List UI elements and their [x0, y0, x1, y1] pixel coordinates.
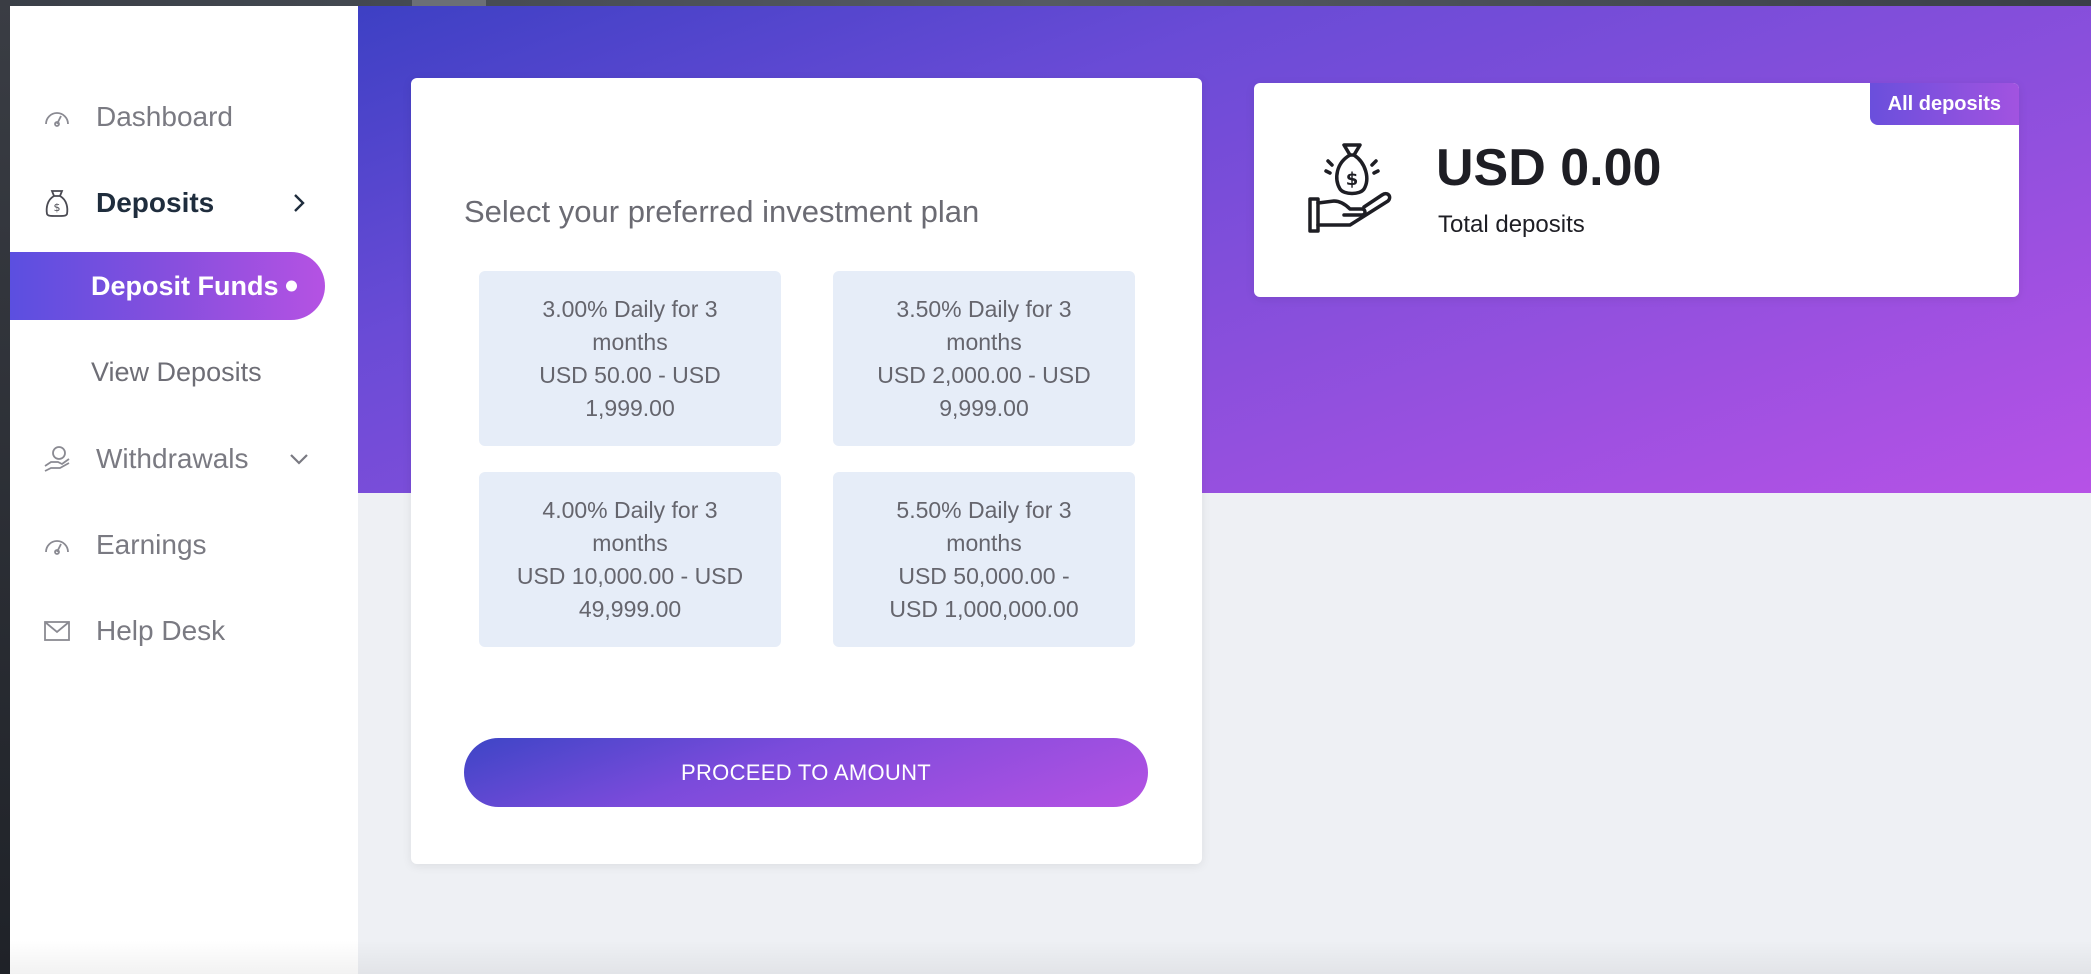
plan-range: USD 2,000.00 - USD	[877, 361, 1091, 388]
plan-rate: 4.00% Daily for 3	[542, 496, 718, 523]
total-deposits-amount: USD 0.00	[1436, 139, 1662, 197]
sidebar-item-deposits[interactable]: $ Deposits	[10, 169, 350, 237]
sidebar-item-earnings[interactable]: Earnings	[10, 511, 350, 579]
sidebar: Dashboard $ Deposits Deposit Funds View …	[10, 6, 358, 974]
plan-duration: months	[592, 328, 668, 355]
total-deposits-label: Total deposits	[1438, 211, 1585, 238]
plan-range-end: USD 1,000,000.00	[889, 595, 1079, 622]
plan-option[interactable]: 4.00% Daily for 3 months USD 10,000.00 -…	[479, 472, 781, 647]
sidebar-item-label: Help Desk	[96, 615, 226, 646]
plan-range-end: 9,999.00	[939, 394, 1029, 421]
plan-rate: 3.50% Daily for 3	[896, 295, 1072, 322]
money-bag-icon: $	[42, 188, 72, 218]
card-title: Select your preferred investment plan	[464, 194, 980, 229]
plan-range-end: 1,999.00	[585, 394, 675, 421]
sidebar-item-label: Dashboard	[96, 101, 233, 132]
hand-coins-icon	[42, 444, 72, 474]
plan-option[interactable]: 3.00% Daily for 3 months USD 50.00 - USD…	[479, 271, 781, 446]
gauge-icon	[42, 530, 72, 560]
sidebar-item-label: Withdrawals	[96, 443, 249, 474]
plan-range: USD 10,000.00 - USD	[516, 562, 744, 589]
plan-range: USD 50.00 - USD	[539, 361, 721, 388]
plan-range-end: 49,999.00	[578, 595, 682, 622]
main-content: Select your preferred investment plan 3.…	[358, 6, 2091, 974]
sidebar-item-help-desk[interactable]: Help Desk	[10, 597, 350, 665]
plan-duration: months	[592, 529, 668, 556]
plan-option[interactable]: 3.50% Daily for 3 months USD 2,000.00 - …	[833, 271, 1135, 446]
sidebar-item-view-deposits[interactable]: View Deposits	[10, 338, 325, 406]
all-deposits-link[interactable]: All deposits	[1869, 83, 2019, 125]
plan-option[interactable]: 5.50% Daily for 3 months USD 50,000.00 -…	[833, 472, 1135, 647]
sidebar-item-label: Deposits	[96, 187, 215, 218]
active-indicator-dot	[286, 280, 297, 292]
chevron-down-icon	[288, 448, 310, 470]
window-left-edge	[0, 0, 10, 974]
plan-duration: months	[946, 529, 1022, 556]
investment-plan-card: Select your preferred investment plan 3.…	[411, 78, 1202, 864]
svg-text:$: $	[54, 201, 61, 214]
plan-rate: 3.00% Daily for 3	[542, 295, 718, 322]
chevron-right-icon	[288, 192, 310, 214]
total-deposits-card: $ USD 0.00 Total deposits All deposits	[1254, 83, 2019, 297]
sidebar-item-label: View Deposits	[91, 356, 262, 387]
gauge-icon	[42, 102, 72, 132]
sidebar-item-deposit-funds[interactable]: Deposit Funds	[10, 252, 325, 320]
plan-duration: months	[946, 328, 1022, 355]
svg-text:$: $	[1346, 169, 1359, 190]
sidebar-item-withdrawals[interactable]: Withdrawals	[10, 425, 350, 493]
sidebar-item-label: Deposit Funds	[91, 270, 279, 301]
sidebar-item-dashboard[interactable]: Dashboard	[10, 83, 350, 151]
money-bag-hand-icon: $	[1304, 139, 1400, 235]
sidebar-item-label: Earnings	[96, 529, 207, 560]
plan-range: USD 50,000.00 -	[898, 562, 1070, 589]
envelope-icon	[42, 616, 72, 646]
proceed-to-amount-button[interactable]: PROCEED TO AMOUNT	[464, 738, 1148, 807]
plan-rate: 5.50% Daily for 3	[896, 496, 1072, 523]
